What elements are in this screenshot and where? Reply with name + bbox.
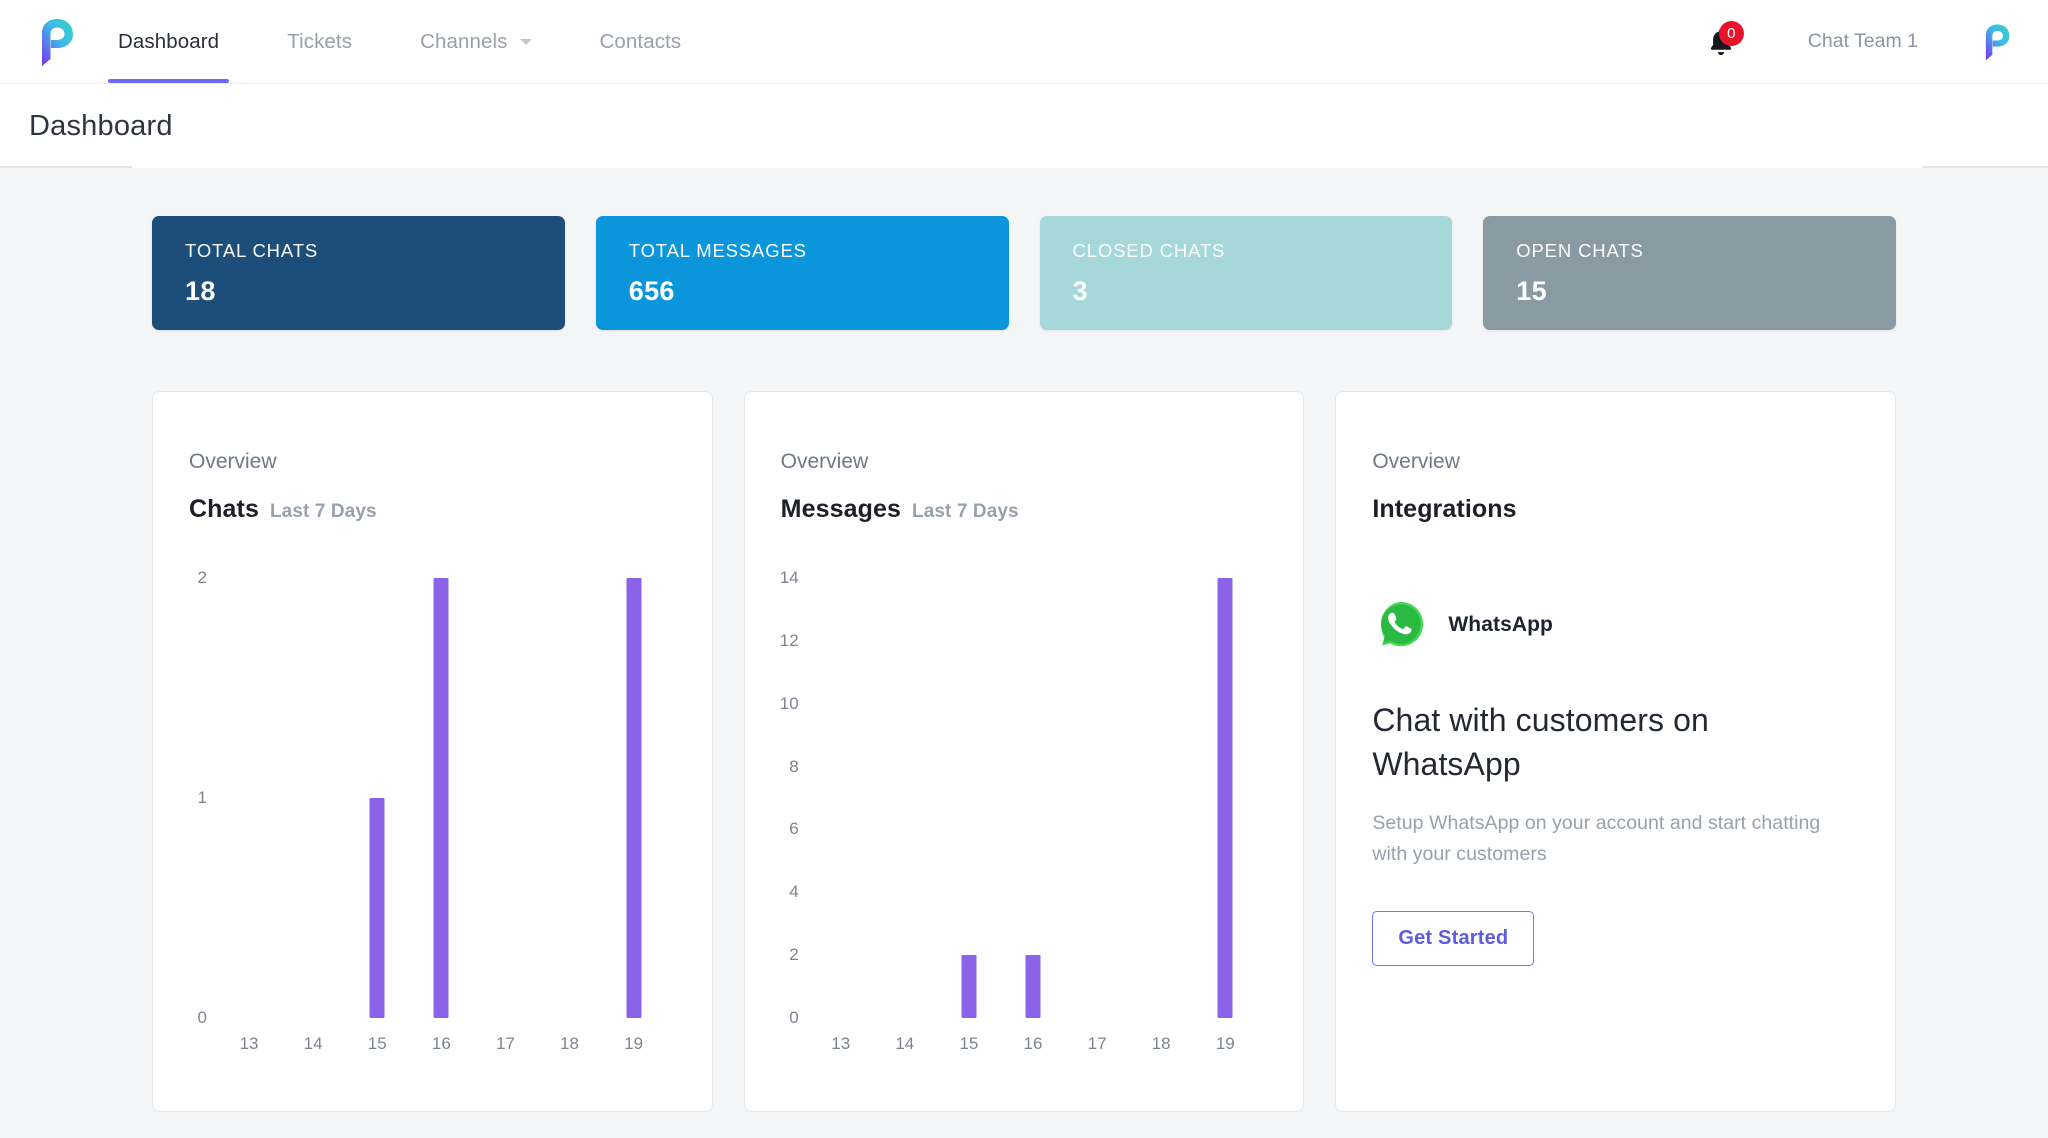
stat-card-value: 656: [628, 276, 675, 306]
chart-y-tick-label: 14: [779, 568, 799, 587]
stat-card-label: TOTAL MESSAGES: [628, 240, 807, 261]
get-started-button[interactable]: Get Started: [1372, 910, 1535, 966]
chart-x-tick-label: 17: [1087, 1034, 1107, 1053]
chart-bar[interactable]: [1025, 955, 1041, 1018]
nav-item-channels[interactable]: Channels: [410, 0, 541, 83]
chart-x-tick-label: 13: [831, 1034, 851, 1053]
nav-item-label: Contacts: [599, 29, 682, 53]
chart-bar[interactable]: [626, 578, 642, 1018]
notifications-button[interactable]: 0: [1698, 19, 1744, 65]
page-title-bar: Dashboard: [0, 84, 2048, 168]
chart-y-tick-label: 10: [779, 693, 799, 713]
panel-eyebrow: Overview: [189, 450, 277, 473]
panel-eyebrow: Overview: [780, 450, 869, 473]
panel-title: Chats: [189, 495, 259, 523]
nav-items: Dashboard Tickets Channels Contacts: [108, 0, 739, 83]
chart-x-tick-label: 14: [303, 1034, 323, 1053]
panel-heading: Messages Last 7 Days: [745, 495, 1304, 524]
panel-heading: Chats Last 7 Days: [153, 495, 712, 524]
panel-subtitle: Last 7 Days: [912, 501, 1019, 522]
chart-bars: [217, 570, 666, 1018]
chart-x-tick-label: 13: [239, 1034, 259, 1053]
stat-card-total-chats[interactable]: TOTAL CHATS 18: [152, 216, 565, 330]
nav-right-cluster: 0 Chat Team 1: [1698, 0, 2048, 83]
integration-provider-name: WhatsApp: [1448, 613, 1553, 636]
panel-chats: Overview Chats Last 7 Days 0 1 2 13 14 15 16 17…: [152, 391, 713, 1112]
nav-item-dashboard[interactable]: Dashboard: [108, 0, 230, 83]
chart-x-tick-label: 19: [1215, 1034, 1235, 1053]
chart-y-tick-label: 0: [789, 1008, 799, 1027]
panel-subtitle: Last 7 Days: [269, 501, 377, 522]
title-divider-left: [0, 166, 132, 168]
team-name-label[interactable]: Chat Team 1: [1808, 30, 1918, 53]
chart-y-tick-label: 2: [789, 945, 799, 965]
chart-x-tick-label: 19: [624, 1034, 644, 1053]
stat-card-value: 3: [1072, 276, 1088, 306]
chart-plot-area: 0 1 2 13 14 15 16 17 18 19: [198, 568, 684, 1070]
stat-card-total-messages[interactable]: TOTAL MESSAGES 656: [595, 216, 1009, 330]
stat-card-label: OPEN CHATS: [1516, 240, 1644, 261]
chart-y-tick-label: 0: [197, 1008, 207, 1027]
panel-messages: Overview Messages Last 7 Days 0 2 4 6 8 10 12 1…: [743, 391, 1305, 1112]
chart-x-axis: 13 14 15 16 17 18 19: [217, 1020, 666, 1070]
panel-title: Integrations: [1372, 495, 1517, 523]
top-navigation-bar: Dashboard Tickets Channels Contacts 0 Ch…: [0, 0, 2048, 84]
stat-card-closed-chats[interactable]: CLOSED CHATS 3: [1039, 216, 1453, 330]
chart-y-tick-label: 1: [197, 788, 207, 807]
chart-x-tick-label: 16: [1023, 1034, 1043, 1053]
nav-item-contacts[interactable]: Contacts: [590, 0, 692, 83]
app-logo[interactable]: [0, 0, 108, 83]
chart-y-tick-label: 8: [789, 756, 799, 776]
chart-y-tick-label: 6: [789, 819, 799, 839]
title-divider-right: [1923, 166, 2048, 168]
chart-y-tick-label: 2: [197, 568, 207, 587]
chart-x-tick-label: 17: [495, 1034, 515, 1053]
stat-card-label: CLOSED CHATS: [1072, 240, 1226, 261]
pulse-p-logo-icon: [42, 18, 73, 66]
panel-title: Messages: [780, 495, 901, 523]
panels-row: Overview Chats Last 7 Days 0 1 2 13 14 15 16 17…: [152, 391, 1897, 1112]
whatsapp-icon: [1375, 598, 1427, 652]
nav-item-label: Dashboard: [118, 29, 220, 53]
chart-y-tick-label: 12: [779, 630, 799, 650]
integration-promo-subtitle: Setup WhatsApp on your account and start…: [1372, 812, 1821, 865]
chart-x-tick-label: 18: [1151, 1034, 1171, 1053]
nav-item-tickets[interactable]: Tickets: [277, 0, 362, 83]
panel-heading: Integrations: [1336, 495, 1895, 524]
chart-bar[interactable]: [1217, 578, 1233, 1018]
stat-card-open-chats[interactable]: OPEN CHATS 15: [1483, 216, 1896, 330]
nav-item-label: Tickets: [287, 29, 353, 53]
page-title: Dashboard: [29, 109, 173, 142]
panel-integrations: Overview Integrations WhatsApp Chat with…: [1335, 391, 1897, 1112]
chart-x-tick-label: 16: [431, 1034, 451, 1053]
chart-x-tick-label: 15: [367, 1034, 387, 1053]
stat-card-label: TOTAL CHATS: [185, 240, 319, 261]
chart-bars: [809, 570, 1258, 1018]
account-avatar[interactable]: [1972, 19, 2018, 65]
integration-promo-title: Chat with customers on WhatsApp: [1372, 702, 1709, 783]
chart-plot-area: 0 2 4 6 8 10 12 14 13 14 15 16 17 18 19: [780, 568, 1276, 1070]
chart-x-tick-label: 15: [959, 1034, 979, 1053]
chart-x-tick-label: 18: [560, 1034, 579, 1053]
chart-bar[interactable]: [369, 798, 385, 1018]
notification-count-badge: 0: [1718, 20, 1744, 46]
chart-y-tick-label: 4: [789, 882, 799, 902]
nav-item-label: Channels: [420, 29, 508, 53]
chart-x-tick-label: 14: [895, 1034, 915, 1053]
integration-whatsapp[interactable]: WhatsApp: [1336, 596, 1895, 654]
chevron-down-icon: [519, 38, 532, 45]
main-content: TOTAL CHATS 18 TOTAL MESSAGES 656 CLOSED…: [0, 168, 2048, 1112]
chart-bar[interactable]: [961, 955, 977, 1018]
chart-messages: 0 2 4 6 8 10 12 14 13 14 15 16 17 18 19: [745, 568, 1304, 1070]
stat-cards-row: TOTAL CHATS 18 TOTAL MESSAGES 656 CLOSED…: [152, 216, 1896, 330]
chart-x-axis: 13 14 15 16 17 18 19: [809, 1020, 1258, 1070]
stat-card-value: 15: [1516, 276, 1547, 306]
pulse-p-logo-icon: [1985, 24, 2010, 60]
stat-card-value: 18: [185, 276, 216, 306]
chart-chats: 0 1 2 13 14 15 16 17 18 19: [153, 568, 712, 1070]
chart-bar[interactable]: [433, 578, 449, 1018]
panel-eyebrow: Overview: [1372, 450, 1460, 473]
